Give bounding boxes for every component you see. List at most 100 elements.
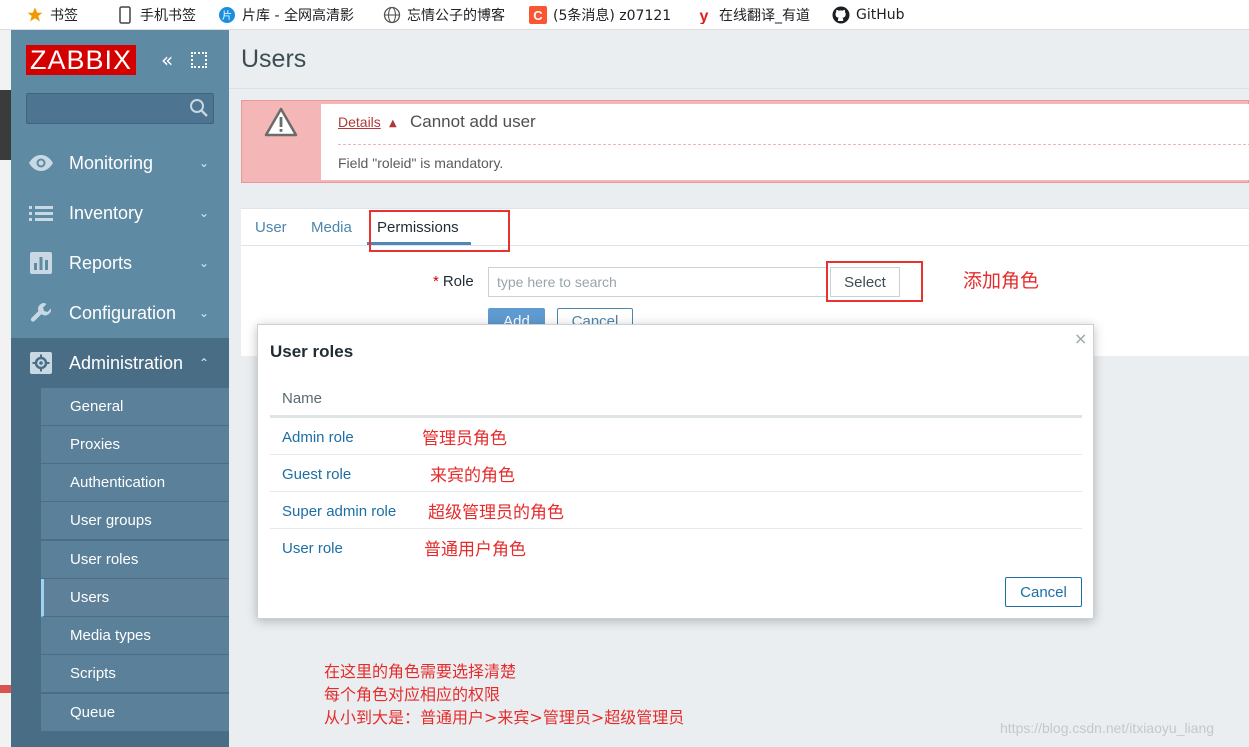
table-row: User role 普通用户角色 bbox=[270, 529, 1082, 566]
menu-monitoring[interactable]: Monitoring ⌄ bbox=[11, 138, 229, 188]
star-icon bbox=[26, 6, 44, 24]
error-detail-text: Field "roleid" is mandatory. bbox=[338, 155, 504, 171]
watermark: https://blog.csdn.net/itxiaoyu_liang bbox=[1000, 720, 1215, 736]
error-title: Cannot add user bbox=[410, 112, 536, 131]
page-title: Users bbox=[241, 45, 307, 73]
menu-configuration[interactable]: Configuration ⌄ bbox=[11, 288, 229, 338]
annotation-note: 在这里的角色需要选择清楚 每个角色对应相应的权限 从小到大是：普通用户>来宾>管… bbox=[324, 660, 684, 729]
user-roles-dialog: User roles × Name Admin role 管理员角色 Guest… bbox=[257, 324, 1094, 619]
error-message-box: Details ▲ Cannot add user Field "roleid"… bbox=[241, 100, 1249, 183]
svg-text:y: y bbox=[700, 8, 709, 24]
menu-label: Configuration bbox=[69, 302, 177, 323]
bookmark-label: 忘情公子的博客 bbox=[407, 7, 505, 24]
chevron-down-icon: ⌄ bbox=[199, 156, 210, 170]
error-details-link[interactable]: Details bbox=[338, 114, 381, 130]
warning-icon bbox=[264, 107, 298, 137]
annotation-text: 来宾的角色 bbox=[430, 466, 515, 486]
submenu-authentication[interactable]: Authentication bbox=[41, 464, 229, 502]
sidebar: ZABBIX « Monitoring ⌄ Inventory ⌄ Report… bbox=[11, 30, 229, 747]
bookmark-item[interactable]: 书签 bbox=[26, 0, 106, 30]
menu-administration[interactable]: Administration ⌃ bbox=[11, 338, 229, 388]
kiosk-mode-icon[interactable] bbox=[191, 52, 207, 68]
submenu-queue[interactable]: Queue bbox=[41, 694, 229, 732]
chevron-down-icon: ⌄ bbox=[199, 206, 210, 220]
role-link-super-admin[interactable]: Super admin role bbox=[282, 503, 396, 520]
tab-user[interactable]: User bbox=[255, 219, 287, 236]
chevron-down-icon: ⌄ bbox=[199, 306, 210, 320]
bookmark-item[interactable]: GitHub bbox=[832, 0, 922, 30]
submenu-users[interactable]: Users bbox=[41, 579, 229, 617]
submenu-proxies[interactable]: Proxies bbox=[41, 426, 229, 464]
divider bbox=[229, 88, 1249, 89]
search-icon[interactable] bbox=[189, 98, 209, 118]
collapse-sidebar-icon[interactable]: « bbox=[161, 50, 173, 70]
menu-label: Monitoring bbox=[69, 152, 154, 173]
bookmarks-bar: 书签 手机书签 片 片库 - 全网高清影 忘情公子的博客 C (5条消息) z0… bbox=[0, 0, 1249, 30]
github-icon bbox=[832, 6, 850, 24]
chevron-up-icon: ⌃ bbox=[199, 356, 210, 370]
list-icon bbox=[28, 202, 54, 224]
dialog-cancel-button[interactable]: Cancel bbox=[1005, 577, 1082, 607]
eye-icon bbox=[28, 152, 54, 174]
menu-label: Administration bbox=[69, 352, 184, 373]
desktop-edge bbox=[0, 30, 11, 747]
phone-icon bbox=[116, 5, 134, 24]
bookmark-label: (5条消息) z07121 bbox=[553, 7, 672, 24]
annotation-text: 添加角色 bbox=[963, 270, 1040, 292]
annotation-text: 超级管理员的角色 bbox=[428, 503, 564, 523]
dialog-title: User roles bbox=[270, 342, 354, 361]
annotation-text: 管理员角色 bbox=[422, 429, 507, 449]
annotation-highlight-box bbox=[826, 261, 923, 302]
menu-label: Reports bbox=[69, 252, 133, 273]
bookmark-label: GitHub bbox=[856, 6, 905, 23]
pianku-icon: 片 bbox=[218, 6, 236, 24]
bookmark-item[interactable]: C (5条消息) z07121 bbox=[529, 0, 679, 30]
required-asterisk: * bbox=[433, 273, 439, 290]
youdao-icon: y bbox=[695, 6, 713, 24]
bar-chart-icon bbox=[28, 252, 54, 274]
table-row: Guest role 来宾的角色 bbox=[270, 455, 1082, 492]
divider bbox=[338, 144, 1249, 145]
error-body: Details ▲ Cannot add user Field "roleid"… bbox=[321, 104, 1249, 180]
wrench-icon bbox=[28, 302, 54, 324]
table-row: Super admin role 超级管理员的角色 bbox=[270, 492, 1082, 529]
tab-media[interactable]: Media bbox=[311, 219, 352, 236]
gear-icon bbox=[28, 352, 54, 374]
role-link-user[interactable]: User role bbox=[282, 540, 343, 557]
zabbix-logo[interactable]: ZABBIX bbox=[26, 45, 137, 75]
annotation-line: 在这里的角色需要选择清楚 bbox=[324, 662, 517, 681]
submenu-general[interactable]: General bbox=[41, 388, 229, 426]
sidebar-search-input[interactable] bbox=[26, 93, 214, 124]
annotation-text: 普通用户角色 bbox=[424, 540, 526, 560]
role-link-guest[interactable]: Guest role bbox=[282, 466, 351, 483]
svg-text:C: C bbox=[533, 8, 543, 23]
column-header-name[interactable]: Name bbox=[282, 390, 322, 407]
table-row: Admin role 管理员角色 bbox=[270, 418, 1082, 455]
bookmark-label: 书签 bbox=[50, 7, 78, 24]
submenu-scripts[interactable]: Scripts bbox=[41, 655, 229, 693]
role-search-input[interactable] bbox=[488, 267, 828, 297]
submenu-user-groups[interactable]: User groups bbox=[41, 502, 229, 540]
close-icon[interactable]: × bbox=[1074, 329, 1087, 348]
annotation-highlight-box bbox=[369, 210, 510, 252]
annotation-line: 从小到大是：普通用户>来宾>管理员>超级管理员 bbox=[324, 708, 685, 727]
role-label: * Role bbox=[433, 273, 474, 290]
role-label-text: Role bbox=[442, 273, 474, 290]
submenu-user-roles[interactable]: User roles bbox=[41, 541, 229, 579]
annotation-line: 每个角色对应相应的权限 bbox=[324, 685, 501, 704]
menu-inventory[interactable]: Inventory ⌄ bbox=[11, 188, 229, 238]
bookmark-item[interactable]: 片 片库 - 全网高清影 bbox=[218, 0, 366, 30]
bookmark-item[interactable]: y 在线翻译_有道 bbox=[695, 0, 820, 30]
bookmark-item[interactable]: 忘情公子的博客 bbox=[383, 0, 519, 30]
bookmark-label: 片库 - 全网高清影 bbox=[242, 7, 354, 24]
menu-reports[interactable]: Reports ⌄ bbox=[11, 238, 229, 288]
globe-icon bbox=[383, 6, 401, 24]
csdn-icon: C bbox=[529, 5, 547, 24]
bookmark-item[interactable]: 手机书签 bbox=[116, 0, 208, 30]
submenu-media-types[interactable]: Media types bbox=[41, 617, 229, 655]
bookmark-label: 在线翻译_有道 bbox=[719, 7, 810, 24]
triangle-up-icon[interactable]: ▲ bbox=[389, 118, 397, 129]
role-link-admin[interactable]: Admin role bbox=[282, 429, 354, 446]
administration-submenu: General Proxies Authentication User grou… bbox=[11, 388, 229, 747]
menu-label: Inventory bbox=[69, 202, 144, 223]
